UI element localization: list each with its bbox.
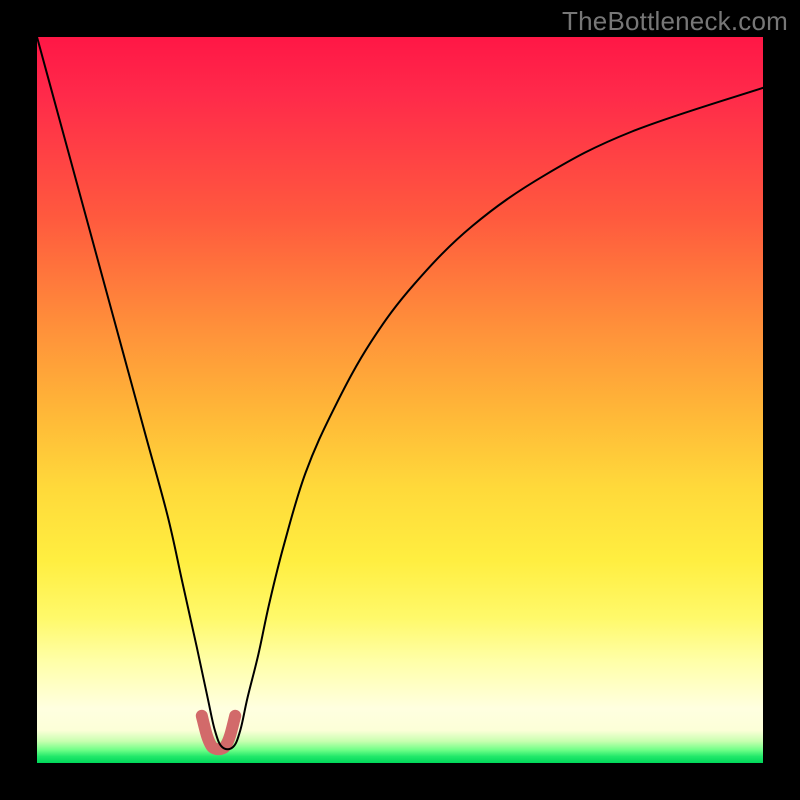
chart-frame: TheBottleneck.com [0,0,800,800]
watermark-text: TheBottleneck.com [562,6,788,37]
plot-area [37,37,763,763]
valley-highlight-line [202,716,235,749]
bottleneck-curve-line [37,37,763,749]
curves-layer [37,37,763,763]
